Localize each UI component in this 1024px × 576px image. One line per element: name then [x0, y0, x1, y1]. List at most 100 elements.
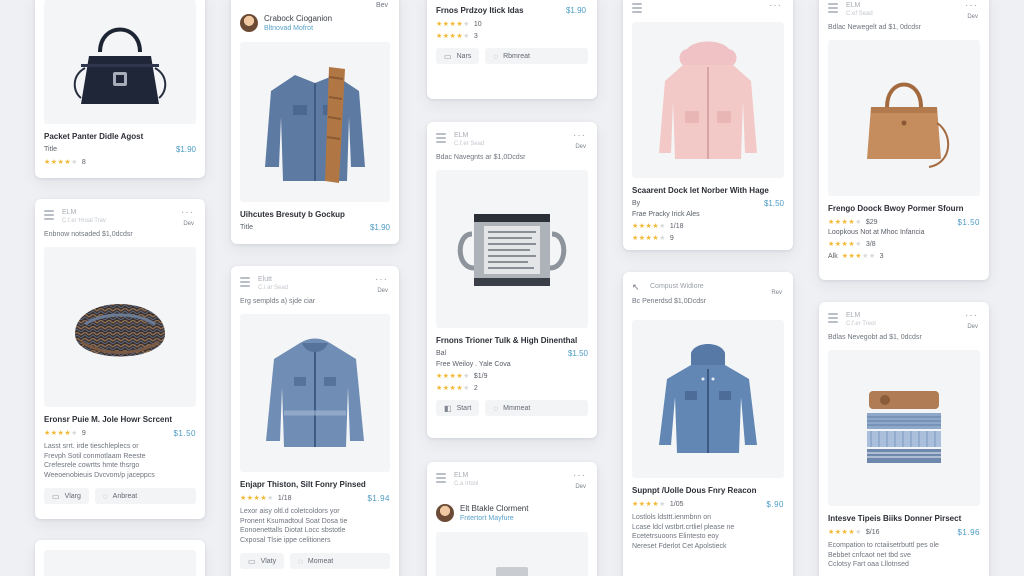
product-subtitle: Bal [436, 350, 447, 357]
product-description: Ecompation to rctaiisetrbuttl pes ole Be… [828, 541, 980, 570]
product-card-partial[interactable] [35, 540, 205, 576]
product-title[interactable]: Scaarent Dock let Norber With Hage [632, 186, 784, 196]
product-price: $1.90 [369, 223, 390, 232]
more-dots-icon[interactable]: ··· [573, 130, 586, 141]
seller-name[interactable]: Elt Btakle Clorment [460, 504, 528, 514]
product-image-bag[interactable] [828, 40, 980, 196]
product-card-mug[interactable]: ELM C.f.er Sead ··· Dev Bdac Navegnts ar… [427, 122, 597, 438]
product-price: $1.90 [565, 6, 586, 15]
bag-button[interactable]: ▭ Vlaty [240, 553, 285, 569]
product-price: $1.90 [175, 145, 196, 154]
chat-button[interactable]: ◌ Rbmreat [485, 48, 588, 64]
rating-stars: ★★★★★ 1/05 $.90 [632, 500, 784, 509]
product-card-top[interactable]: Frnos Prdzoy Itick Idas $1.90 ★★★★★ 10 ★★… [427, 0, 597, 99]
product-image-jacket[interactable] [240, 42, 390, 202]
product-title[interactable]: Packet Panter Didle Agost [44, 132, 196, 142]
product-image-handbag[interactable] [44, 0, 196, 124]
action-label: Rbmreat [503, 52, 530, 60]
shipping-info: Frae Pracky Irick Ales [632, 211, 700, 218]
product-image-jacket[interactable] [240, 314, 390, 472]
more-dots-icon[interactable]: ··· [573, 470, 586, 481]
product-image-hoodie[interactable] [632, 320, 784, 478]
grid-icon [436, 473, 446, 483]
rating-stars: ★★★★★ 10 [436, 21, 482, 28]
rating-count: 1/05 [669, 501, 684, 508]
rating-stars: ★★★★★ 3 [436, 33, 478, 40]
product-title[interactable]: Frnons Trioner Tulk & High Dinenthal [436, 336, 588, 346]
bag-button[interactable]: ▭ Vlarg [44, 488, 89, 504]
more-dots-icon[interactable]: ··· [965, 0, 978, 11]
shipping-info: Free Weiloy . Yale Cova [436, 361, 511, 368]
seller-brand: Compust Widiore [650, 283, 704, 290]
rating-stars: ★★★★★ $29 $1.50 [828, 218, 980, 227]
seller-brand: Elutt [258, 276, 273, 283]
description-line: Pronent Ksumadtoul Soat Dosa tie [240, 517, 348, 525]
card-header-line: Bdlas Nevegobt ad $1, 0dcdsr [828, 334, 922, 341]
product-image-coat[interactable] [632, 22, 784, 178]
avatar[interactable] [436, 504, 454, 522]
card-header: ELM C.f.er Treol ··· Dev Bdlas Nevegobt … [828, 310, 980, 350]
product-card-denim-hoodie[interactable]: ↖ Compust Widiore Rev Bc Penerdsd $1,0Dc… [623, 272, 793, 576]
card-header: Elutt C.i ar Sead ··· Dev Erg semplds a)… [240, 274, 390, 314]
product-card-cap[interactable]: ELM C.f.er Hroal Trav ··· Dev Enbnow not… [35, 199, 205, 519]
more-dots-icon[interactable]: ··· [769, 0, 782, 11]
steel-mug-image [457, 214, 567, 286]
rating-count: 9 [669, 235, 674, 242]
product-title[interactable]: Frengo Doock Bwoy Pormer Sfourn [828, 204, 980, 214]
product-card-tan-bag[interactable]: ELM C.ef Sead ··· Dev Bdlac Newegelt ad … [819, 0, 989, 280]
seller-brand: ELM [846, 2, 861, 9]
product-image-cap[interactable] [44, 247, 196, 407]
chat-button[interactable]: ◌ Momeat [290, 553, 390, 569]
seller-handle[interactable]: Bltnovad Mofrot [264, 24, 332, 33]
rating-count: 1/18 [669, 223, 684, 230]
more-dots-icon[interactable]: ··· [375, 274, 388, 285]
product-image[interactable] [44, 550, 196, 576]
action-label: Mmmeat [503, 404, 531, 412]
rating-count: $1/9 [473, 373, 488, 380]
product-image[interactable] [436, 532, 588, 576]
product-title[interactable]: Eronsr Puie M. Jole Howr Scrcent [44, 415, 196, 425]
chat-button[interactable]: ◌ Anbreat [94, 488, 196, 504]
seller-row: Elt Btakle Clorment Fntertort Mayfure [436, 498, 588, 528]
product-card-partial[interactable]: ELM C.a Irtool ··· Dev Elt Btakle Clorme… [427, 462, 597, 576]
product-subtitle: By [632, 200, 641, 207]
description-line: Bebbet cnfcaot net tbd sve [828, 551, 911, 559]
seller-brand: ELM [62, 209, 77, 216]
back-arrow-icon[interactable]: ↖ [632, 282, 640, 293]
product-title[interactable]: Intesve Tipeis Biiks Donner Pirsect [828, 514, 980, 524]
avatar[interactable] [240, 14, 258, 32]
more-dots-icon[interactable]: ··· [965, 310, 978, 321]
product-image-mug[interactable] [436, 170, 588, 328]
card-tag: Dev [183, 221, 194, 227]
product-card-denim-jacket[interactable]: Elutt C.i ar Sead ··· Dev Erg semplds a)… [231, 266, 399, 576]
bag-button[interactable]: ▭ Nars [436, 48, 480, 64]
seller-name[interactable]: Crabock Cioganion [264, 14, 332, 24]
chat-button[interactable]: ◌ Mmmeat [485, 400, 588, 416]
cart-button[interactable]: ◧ Start [436, 400, 480, 416]
product-card-denim-scarf[interactable]: Crabock Cioganion Bltnovad Mofrot Bev Ui… [231, 0, 399, 244]
rating-label: Alk [828, 253, 838, 260]
product-price: $1.50 [567, 349, 588, 358]
bag-icon: ▭ [52, 491, 60, 501]
rating-stars: ★★★★★ 9 $1.50 [44, 429, 196, 438]
card-tag: Bev [375, 2, 388, 9]
seller-brand: ELM [454, 472, 469, 479]
seller-handle[interactable]: Fntertort Mayfure [460, 514, 528, 523]
card-tag: Dev [967, 14, 978, 20]
product-card-handbag[interactable]: Packet Panter Didle Agost Title $1.90 ★★… [35, 0, 205, 178]
description-line: Nereset Fderlot Cet Apolstieck [632, 542, 727, 550]
seller-brand: ELM [846, 312, 861, 319]
more-dots-icon[interactable]: ··· [181, 207, 194, 218]
rating-count: 8 [81, 159, 86, 166]
card-header-line: Bc Penerdsd $1,0Dcdsr [632, 298, 706, 305]
product-title[interactable]: Uihcutes Bresuty b Gockup [240, 210, 390, 220]
product-meta-row: Title $1.90 [240, 223, 390, 232]
product-description: Lostlols ldsttt.ienmbnn on Lcase ldcl ws… [632, 513, 784, 551]
product-card-pink-coat[interactable]: ··· Scaarent Dock let Norber With Hage B… [623, 0, 793, 250]
product-card-textiles[interactable]: ELM C.f.er Treol ··· Dev Bdlas Nevegobt … [819, 302, 989, 576]
product-meta-row: Title $1.90 [44, 145, 196, 154]
product-image-textiles[interactable] [828, 350, 980, 506]
rating-count: 3/8 [865, 241, 876, 248]
product-title[interactable]: Enjapr Thiston, Silt Fonry Pinsed [240, 480, 390, 490]
product-title[interactable]: Supnpt /Uolle Dous Fnry Reacon [632, 486, 784, 496]
